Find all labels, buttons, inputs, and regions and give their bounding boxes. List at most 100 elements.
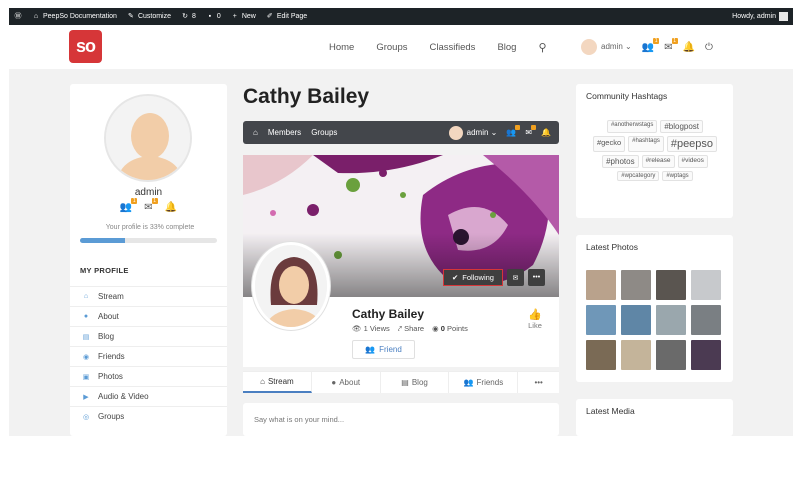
- photo-thumbnail[interactable]: [691, 340, 721, 370]
- photo-thumbnail[interactable]: [691, 270, 721, 300]
- hashtag-link[interactable]: #hashtags: [628, 136, 664, 152]
- photo-thumbnail[interactable]: [586, 270, 616, 300]
- tab-more[interactable]: •••: [518, 372, 559, 393]
- stream-icon: ⌂: [83, 293, 89, 300]
- nav-blog[interactable]: Blog: [497, 42, 516, 53]
- photo-thumbnail[interactable]: [621, 305, 651, 335]
- profile-menu-item-friends[interactable]: ◉ Friends: [70, 346, 227, 366]
- header-user-area: admin ⌄ 👥 1 ✉ 1 🔔 ⏻: [581, 25, 713, 69]
- toolbar-friends-icon[interactable]: 👥: [506, 125, 521, 137]
- toolbar-user-menu[interactable]: admin ⌄: [448, 125, 497, 140]
- customize-label: Customize: [137, 13, 172, 20]
- share-label: Share: [404, 324, 425, 333]
- customize-link[interactable]: ✎ Customize: [122, 8, 176, 25]
- comments-link[interactable]: ▪ 0: [201, 8, 226, 25]
- toolbar-groups-link[interactable]: Groups: [311, 128, 337, 137]
- widget-friends-badge: 1: [131, 198, 138, 204]
- hashtag-link[interactable]: #videos: [677, 155, 708, 168]
- new-content-menu[interactable]: + New: [226, 8, 261, 25]
- hashtag-link[interactable]: #gecko: [592, 136, 626, 152]
- widget-notification-icons: 👥 1 ✉ 1 🔔: [70, 198, 227, 213]
- toolbar-members-link[interactable]: Members: [268, 128, 301, 137]
- points-stat: ◉ 0 Points: [432, 324, 468, 334]
- photo-thumbnail[interactable]: [656, 270, 686, 300]
- more-options-button[interactable]: •••: [527, 269, 545, 286]
- points-value: 0: [440, 324, 445, 333]
- toolbar-home-icon[interactable]: ⌂: [253, 128, 258, 137]
- widget-bell-icon[interactable]: 🔔: [165, 202, 177, 213]
- new-label: New: [241, 13, 256, 20]
- thumbs-up-icon: 👍: [528, 309, 542, 321]
- photos-icon: ▣: [82, 373, 90, 381]
- comment-icon: ▪: [208, 13, 212, 20]
- site-header: so Home Groups Classifieds Blog ⚲ admin …: [9, 25, 793, 69]
- widget-avatar[interactable]: [104, 94, 192, 182]
- main-nav: Home Groups Classifieds Blog ⚲: [329, 25, 547, 69]
- brush-icon: ✎: [128, 13, 134, 20]
- photo-thumbnail[interactable]: [656, 305, 686, 335]
- profile-menu-item-blog[interactable]: ▤ Blog: [70, 326, 227, 346]
- updates-link[interactable]: ↻ 8: [176, 8, 201, 25]
- edit-page-link[interactable]: ✐ Edit Page: [261, 8, 312, 25]
- tab-about[interactable]: ● About: [312, 372, 381, 393]
- profile-menu-item-audio-video[interactable]: ▶ Audio & Video: [70, 386, 227, 406]
- profile-stats: 👁 1 Views ⤤ Share ◉ 0 Points: [352, 324, 468, 334]
- tab-stream[interactable]: ⌂ Stream: [243, 372, 312, 393]
- toolbar-messages-icon[interactable]: ✉: [525, 125, 537, 137]
- hashtag-link[interactable]: #blogpost: [660, 120, 704, 133]
- profile-menu-item-about[interactable]: ● About: [70, 306, 227, 326]
- blog-icon: ▤: [401, 378, 409, 387]
- photo-thumbnail[interactable]: [586, 340, 616, 370]
- friend-button[interactable]: 👥 Friend: [352, 340, 415, 359]
- widget-user-name[interactable]: admin: [70, 187, 227, 198]
- hashtag-link[interactable]: #wptags: [662, 171, 693, 181]
- wp-logo-menu[interactable]: Ⓦ: [9, 8, 27, 25]
- friends-notification-icon[interactable]: 👥 1: [642, 37, 660, 53]
- nav-classifieds[interactable]: Classifieds: [430, 42, 476, 53]
- photo-thumbnail[interactable]: [621, 270, 651, 300]
- eye-icon: 👁: [352, 324, 362, 333]
- hashtag-link[interactable]: #wpcategory: [617, 171, 660, 181]
- post-input[interactable]: Say what is on your mind...: [243, 403, 559, 436]
- hashtag-link[interactable]: #release: [641, 155, 675, 168]
- message-button[interactable]: ✉: [506, 269, 524, 286]
- user-icon: ●: [331, 378, 337, 387]
- photo-thumbnail[interactable]: [621, 340, 651, 370]
- like-button[interactable]: 👍 Like: [522, 308, 548, 330]
- blog-icon: ▤: [82, 333, 90, 341]
- profile-avatar[interactable]: [252, 242, 330, 330]
- photo-thumbnail[interactable]: [691, 305, 721, 335]
- page-title: Cathy Bailey: [243, 85, 370, 108]
- widget-friends-icon[interactable]: 👥 1: [120, 198, 138, 213]
- site-name-menu[interactable]: ⌂ PeepSo Documentation: [27, 8, 122, 25]
- photo-thumbnail[interactable]: [586, 305, 616, 335]
- profile-menu-item-stream[interactable]: ⌂ Stream: [70, 286, 227, 306]
- pencil-icon: ✐: [266, 13, 273, 20]
- hashtag-link[interactable]: #photos: [602, 155, 639, 168]
- profile-menu-item-photos[interactable]: ▣ Photos: [70, 366, 227, 386]
- toolbar-friends-badge: [515, 125, 521, 130]
- nav-groups[interactable]: Groups: [376, 42, 407, 53]
- user-menu[interactable]: admin ⌄: [581, 39, 632, 55]
- toolbar-user-name: admin: [466, 127, 489, 137]
- toolbar-bell-icon[interactable]: 🔔: [541, 128, 551, 137]
- following-button[interactable]: ✔ Following: [443, 269, 503, 286]
- nav-home[interactable]: Home: [329, 42, 354, 53]
- site-logo[interactable]: so: [69, 30, 102, 63]
- messages-notification-icon[interactable]: ✉ 1: [664, 37, 678, 53]
- friends-icon: 👥: [463, 378, 474, 387]
- power-icon[interactable]: ⏻: [705, 42, 713, 53]
- photo-grid: [586, 270, 724, 370]
- widget-messages-icon[interactable]: ✉ 1: [144, 198, 158, 213]
- bell-icon[interactable]: 🔔: [683, 42, 695, 53]
- hashtag-link[interactable]: #anotherwstags: [606, 120, 658, 133]
- my-account-menu[interactable]: Howdy, admin: [727, 8, 793, 25]
- tab-blog[interactable]: ▤ Blog: [381, 372, 450, 393]
- tab-friends[interactable]: 👥 Friends: [449, 372, 519, 393]
- share-stat[interactable]: ⤤ Share: [398, 324, 424, 334]
- photo-thumbnail[interactable]: [656, 340, 686, 370]
- profile-menu-item-groups[interactable]: ◎ Groups: [70, 406, 227, 426]
- search-icon[interactable]: ⚲: [538, 41, 546, 54]
- hashtag-link[interactable]: #peepso: [666, 136, 718, 152]
- share-icon: ⤤: [397, 324, 402, 333]
